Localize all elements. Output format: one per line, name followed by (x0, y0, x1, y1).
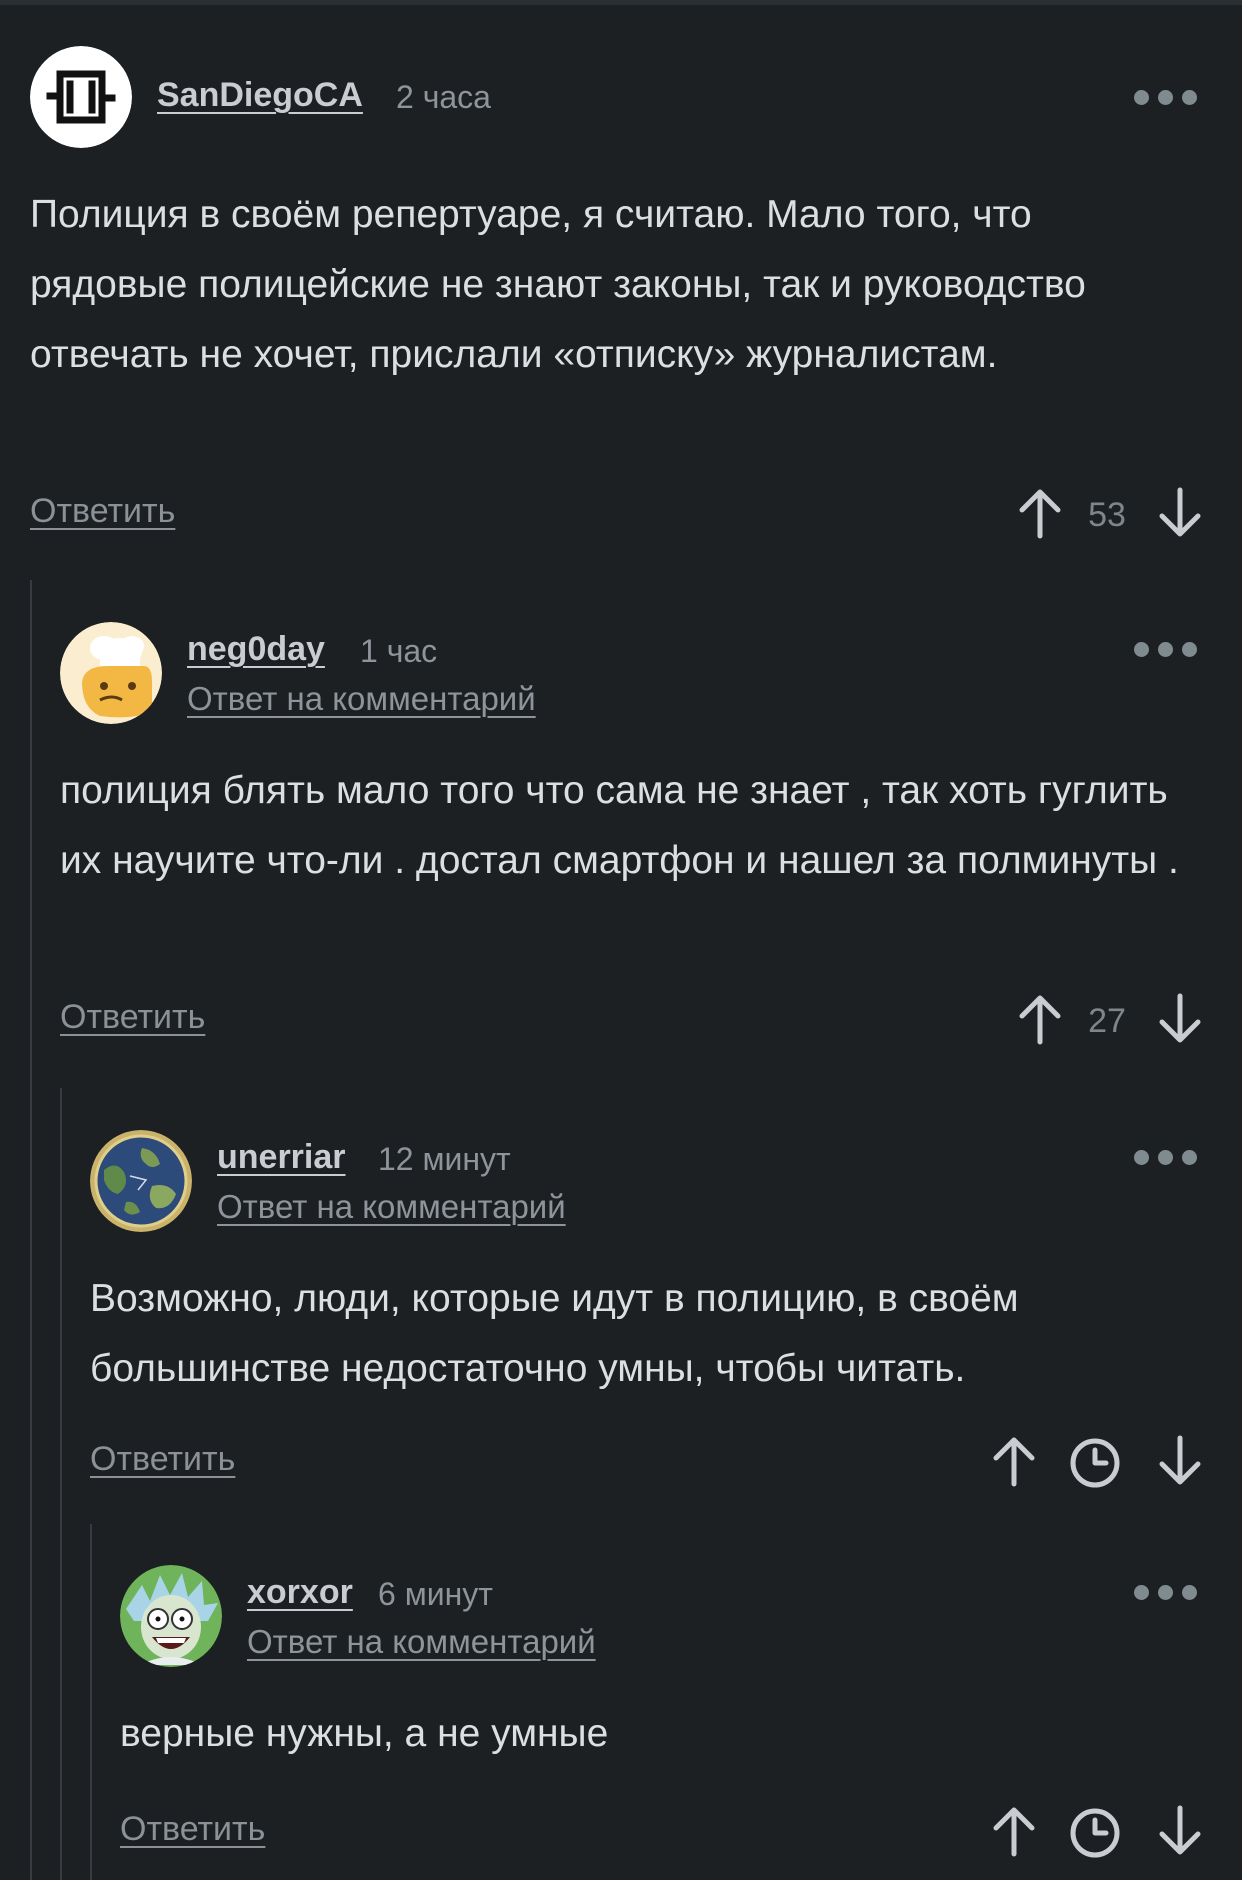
comment-2: neg0day 1 час Ответ на комментарий полиц… (60, 622, 1242, 1052)
comment-header: neg0day 1 час Ответ на комментарий (60, 622, 1242, 724)
comment-3: unerriar 12 минут Ответ на комментарий В… (90, 1130, 1242, 1490)
comment-4: xorxor 6 минут Ответ на комментарий верн… (120, 1565, 1242, 1865)
comment-actions: Ответить (120, 1804, 1242, 1864)
reply-button[interactable]: Ответить (120, 1810, 265, 1849)
top-edge-bar (0, 0, 1242, 5)
comment-text: верные нужны, а не умные (120, 1712, 609, 1755)
arrow-down-icon[interactable] (1156, 992, 1204, 1046)
username[interactable]: xorxor (247, 1573, 353, 1612)
globe-map-avatar-icon (90, 1130, 192, 1232)
more-dots-icon[interactable] (1134, 1585, 1198, 1601)
username[interactable]: unerriar (217, 1138, 346, 1177)
comment-time: 2 часа (396, 79, 491, 115)
comment-1: SanDiegoCA 2 часа Полиция в своём реперт… (30, 46, 1242, 546)
arrow-up-icon[interactable] (1016, 486, 1064, 540)
avatar[interactable] (120, 1565, 222, 1667)
arrow-down-icon[interactable] (1156, 1434, 1204, 1488)
comment-time: 1 час (360, 633, 438, 669)
comment-text: полиция блять мало того что сама не знае… (60, 769, 1179, 882)
cartoon-scientist-avatar-icon (120, 1565, 222, 1667)
arrow-up-icon[interactable] (990, 1804, 1038, 1858)
avatar[interactable] (30, 46, 132, 148)
clock-icon (1070, 1438, 1120, 1488)
comment-header: SanDiegoCA 2 часа (30, 46, 1242, 148)
thread-line-1[interactable] (30, 580, 32, 1880)
thread-line-2[interactable] (60, 1088, 62, 1880)
comment-time: 6 минут (378, 1576, 493, 1612)
username[interactable]: neg0day (187, 630, 325, 669)
arrow-up-icon[interactable] (990, 1434, 1038, 1488)
comment-text: Возможно, люди, которые идут в полицию, … (90, 1277, 1019, 1390)
thread-line-3[interactable] (90, 1524, 92, 1880)
clock-icon (1070, 1808, 1120, 1858)
comment-header: unerriar 12 минут Ответ на комментарий (90, 1130, 1242, 1232)
comment-time: 12 минут (378, 1141, 511, 1177)
comment-header: xorxor 6 минут Ответ на комментарий (120, 1565, 1242, 1667)
more-dots-icon[interactable] (1134, 90, 1198, 106)
avatar[interactable] (60, 622, 162, 724)
username[interactable]: SanDiegoCA (157, 76, 363, 115)
reply-to-link[interactable]: Ответ на комментарий (217, 1188, 566, 1226)
more-dots-icon[interactable] (1134, 1150, 1198, 1166)
comment-actions: Ответить (90, 1434, 1242, 1494)
comment-actions: Ответить 53 (30, 486, 1242, 546)
more-dots-icon[interactable] (1134, 642, 1198, 658)
avatar[interactable] (90, 1130, 192, 1232)
arrow-up-icon[interactable] (1016, 992, 1064, 1046)
comment-text: Полиция в своём репертуаре, я считаю. Ма… (30, 193, 1086, 376)
arrow-down-icon[interactable] (1156, 1804, 1204, 1858)
reply-to-link[interactable]: Ответ на комментарий (187, 680, 536, 718)
rammstein-logo-icon (30, 46, 132, 148)
rating-score: 53 (1088, 496, 1126, 534)
reply-button[interactable]: Ответить (60, 998, 205, 1037)
comment-actions: Ответить 27 (60, 992, 1242, 1052)
rating-score: 27 (1088, 1002, 1126, 1040)
reply-to-link[interactable]: Ответ на комментарий (247, 1623, 596, 1661)
arrow-down-icon[interactable] (1156, 486, 1204, 540)
reply-button[interactable]: Ответить (90, 1440, 235, 1479)
chef-avatar-icon (60, 622, 162, 724)
reply-button[interactable]: Ответить (30, 492, 175, 531)
